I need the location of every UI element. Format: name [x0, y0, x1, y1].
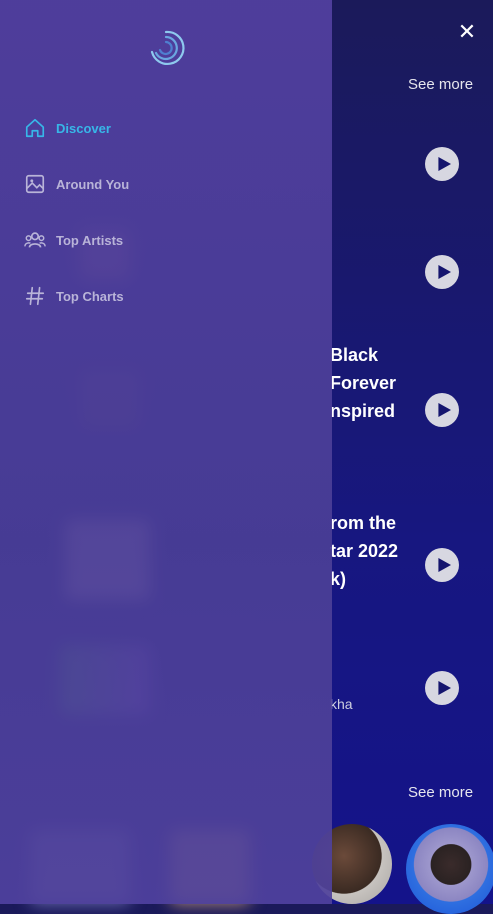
see-more-link[interactable]: See more	[408, 784, 473, 801]
play-button[interactable]	[425, 147, 459, 181]
song-title-line[interactable]: Forever	[330, 369, 396, 397]
sidebar-item-label: Top Artists	[56, 232, 124, 248]
play-icon	[437, 681, 451, 695]
app-logo-icon	[150, 30, 185, 65]
sidebar-item-label: Discover	[56, 120, 111, 136]
users-icon	[24, 232, 46, 248]
play-icon	[437, 558, 451, 572]
song-title-line[interactable]: tar 2022	[330, 537, 398, 565]
play-button[interactable]	[425, 255, 459, 289]
play-button[interactable]	[425, 671, 459, 705]
image-icon	[25, 174, 45, 194]
close-icon[interactable]: ✕	[455, 20, 479, 44]
song-artist[interactable]: kha	[330, 696, 353, 712]
play-icon	[437, 157, 451, 171]
sidebar-item-top-artists[interactable]: Top Artists	[24, 228, 123, 252]
song-title-line[interactable]: nspired	[330, 397, 395, 425]
play-button[interactable]	[425, 393, 459, 427]
hash-icon	[25, 286, 45, 306]
play-icon	[437, 403, 451, 417]
sidebar-item-label: Around You	[56, 176, 130, 192]
sidebar-item-top-charts[interactable]: Top Charts	[24, 284, 124, 308]
song-title-line[interactable]: rom the	[330, 509, 396, 537]
sidebar-item-label: Top Charts	[56, 288, 124, 304]
sidebar-item-around-you[interactable]: Around You	[24, 172, 129, 196]
sidebar-item-discover[interactable]: Discover	[24, 116, 111, 140]
sidebar: Discover Around You Top Artists Top Char…	[0, 0, 332, 904]
song-title-line[interactable]: k)	[330, 565, 346, 593]
artist-avatar[interactable]	[406, 824, 493, 914]
play-icon	[437, 265, 451, 279]
song-title-line[interactable]: Black	[330, 341, 378, 369]
home-icon	[25, 118, 45, 138]
play-button[interactable]	[425, 548, 459, 582]
see-more-link[interactable]: See more	[408, 76, 473, 93]
